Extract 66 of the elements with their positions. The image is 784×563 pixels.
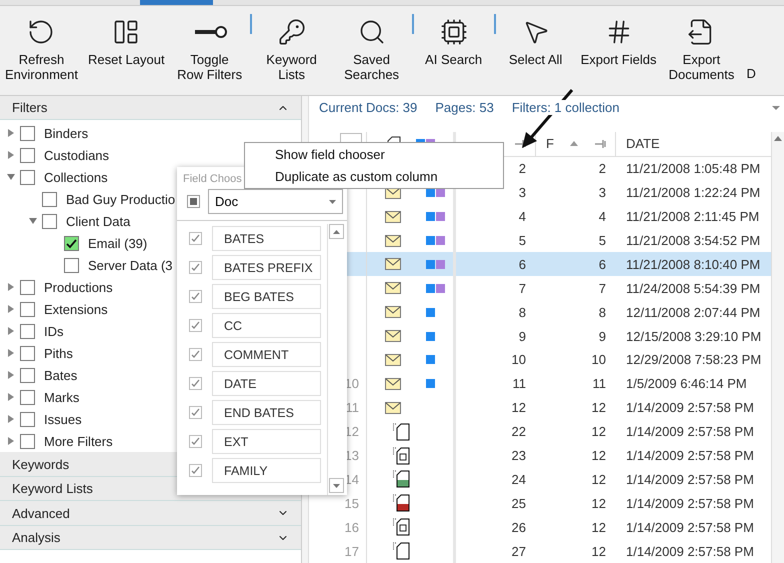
id-cell-text: 23 (510, 448, 527, 464)
date-cell-text: 12/11/2008 2:07:44 PM (625, 304, 762, 320)
date-cell-text: 1/14/2009 2:57:58 PM (625, 544, 755, 559)
id-cell-text: 4 (518, 209, 527, 224)
family-cell-text: 4 (598, 209, 607, 224)
date-cell-text: 1/5/2009 6:46:14 PM (625, 376, 748, 392)
date-cell-text: 1/14/2009 2:57:58 PM (625, 400, 755, 416)
id-cell-text: 3 (518, 185, 527, 200)
info-text: Current Docs: 39 (319, 100, 418, 114)
date-cell-text: 11/21/2008 1:22:24 PM (625, 185, 762, 200)
date-cell-text: 1/14/2009 2:57:58 PM (625, 448, 755, 464)
date-cell-text: 1/14/2009 2:57:58 PM (625, 520, 755, 535)
date-cell-text: 11/21/2008 2:11:45 PM (625, 209, 760, 224)
id-cell-text: 5 (518, 233, 527, 248)
id-cell-text: 27 (510, 544, 527, 559)
date-cell-text: 12/15/2008 3:29:10 PM (625, 328, 762, 344)
id-cell-text: 24 (510, 472, 527, 487)
info-text: Filters: 1 collection (512, 100, 620, 114)
row-number: 11 (346, 400, 359, 416)
column-title: DATE (626, 136, 660, 152)
row-number: 17 (344, 544, 359, 559)
column-title: F (546, 136, 554, 152)
family-cell-text: 12 (590, 496, 607, 511)
id-cell-text: 26 (510, 520, 527, 535)
section-title: Filters (12, 100, 48, 116)
family-cell-text: 12 (590, 520, 607, 535)
family-cell-text: 5 (598, 233, 607, 248)
id-cell-text: 6 (518, 256, 527, 272)
id-cell-text: 8 (518, 304, 527, 320)
panel-title: Field Choos (183, 173, 242, 185)
date-cell-text: 1/14/2009 2:57:58 PM (625, 472, 755, 487)
section-title: Advanced (12, 506, 70, 521)
id-cell-text: 22 (510, 424, 527, 440)
family-cell-text: 2 (598, 161, 607, 176)
date-cell-text: 11/24/2008 5:54:39 PM (625, 280, 762, 296)
family-cell-text: 12 (590, 472, 607, 487)
info-text: Pages: 53 (435, 100, 494, 114)
row-number: 16 (344, 520, 359, 535)
row-number: 15 (344, 496, 359, 511)
section-title: Keyword Lists (12, 481, 93, 496)
id-cell-text: 7 (518, 280, 527, 296)
family-cell-text: 12 (590, 544, 607, 559)
id-cell-text: 10 (510, 352, 527, 368)
family-cell-text: 12 (590, 424, 607, 440)
id-cell-text: 9 (518, 328, 527, 344)
id-cell-text: 25 (510, 496, 527, 511)
date-cell-text: 11/21/2008 3:54:52 PM (625, 233, 762, 248)
section-title: Analysis (12, 530, 60, 546)
family-cell-text: 7 (598, 280, 607, 296)
date-cell-text: 12/29/2008 7:58:23 PM (625, 352, 762, 368)
id-cell-text: 2 (518, 161, 527, 176)
section-title: Keywords (12, 456, 70, 472)
id-cell-text: 12 (510, 400, 527, 416)
family-cell-text: 12 (590, 400, 607, 416)
date-cell-text: 1/14/2009 2:57:58 PM (625, 496, 755, 511)
date-cell-text: 1/14/2009 2:57:58 PM (625, 424, 755, 440)
family-cell-text: 6 (598, 256, 607, 272)
family-cell-text: 11 (592, 376, 607, 392)
family-cell-text: 10 (590, 352, 607, 368)
family-cell-text: 3 (598, 185, 607, 200)
family-cell-text: 9 (598, 328, 607, 344)
date-cell-text: 11/21/2008 8:10:40 PM (625, 256, 762, 272)
family-cell-text: 8 (598, 304, 607, 320)
family-cell-text: 12 (590, 448, 607, 464)
id-cell-text: 11 (512, 376, 527, 392)
date-cell-text: 11/21/2008 1:05:48 PM (625, 161, 762, 176)
